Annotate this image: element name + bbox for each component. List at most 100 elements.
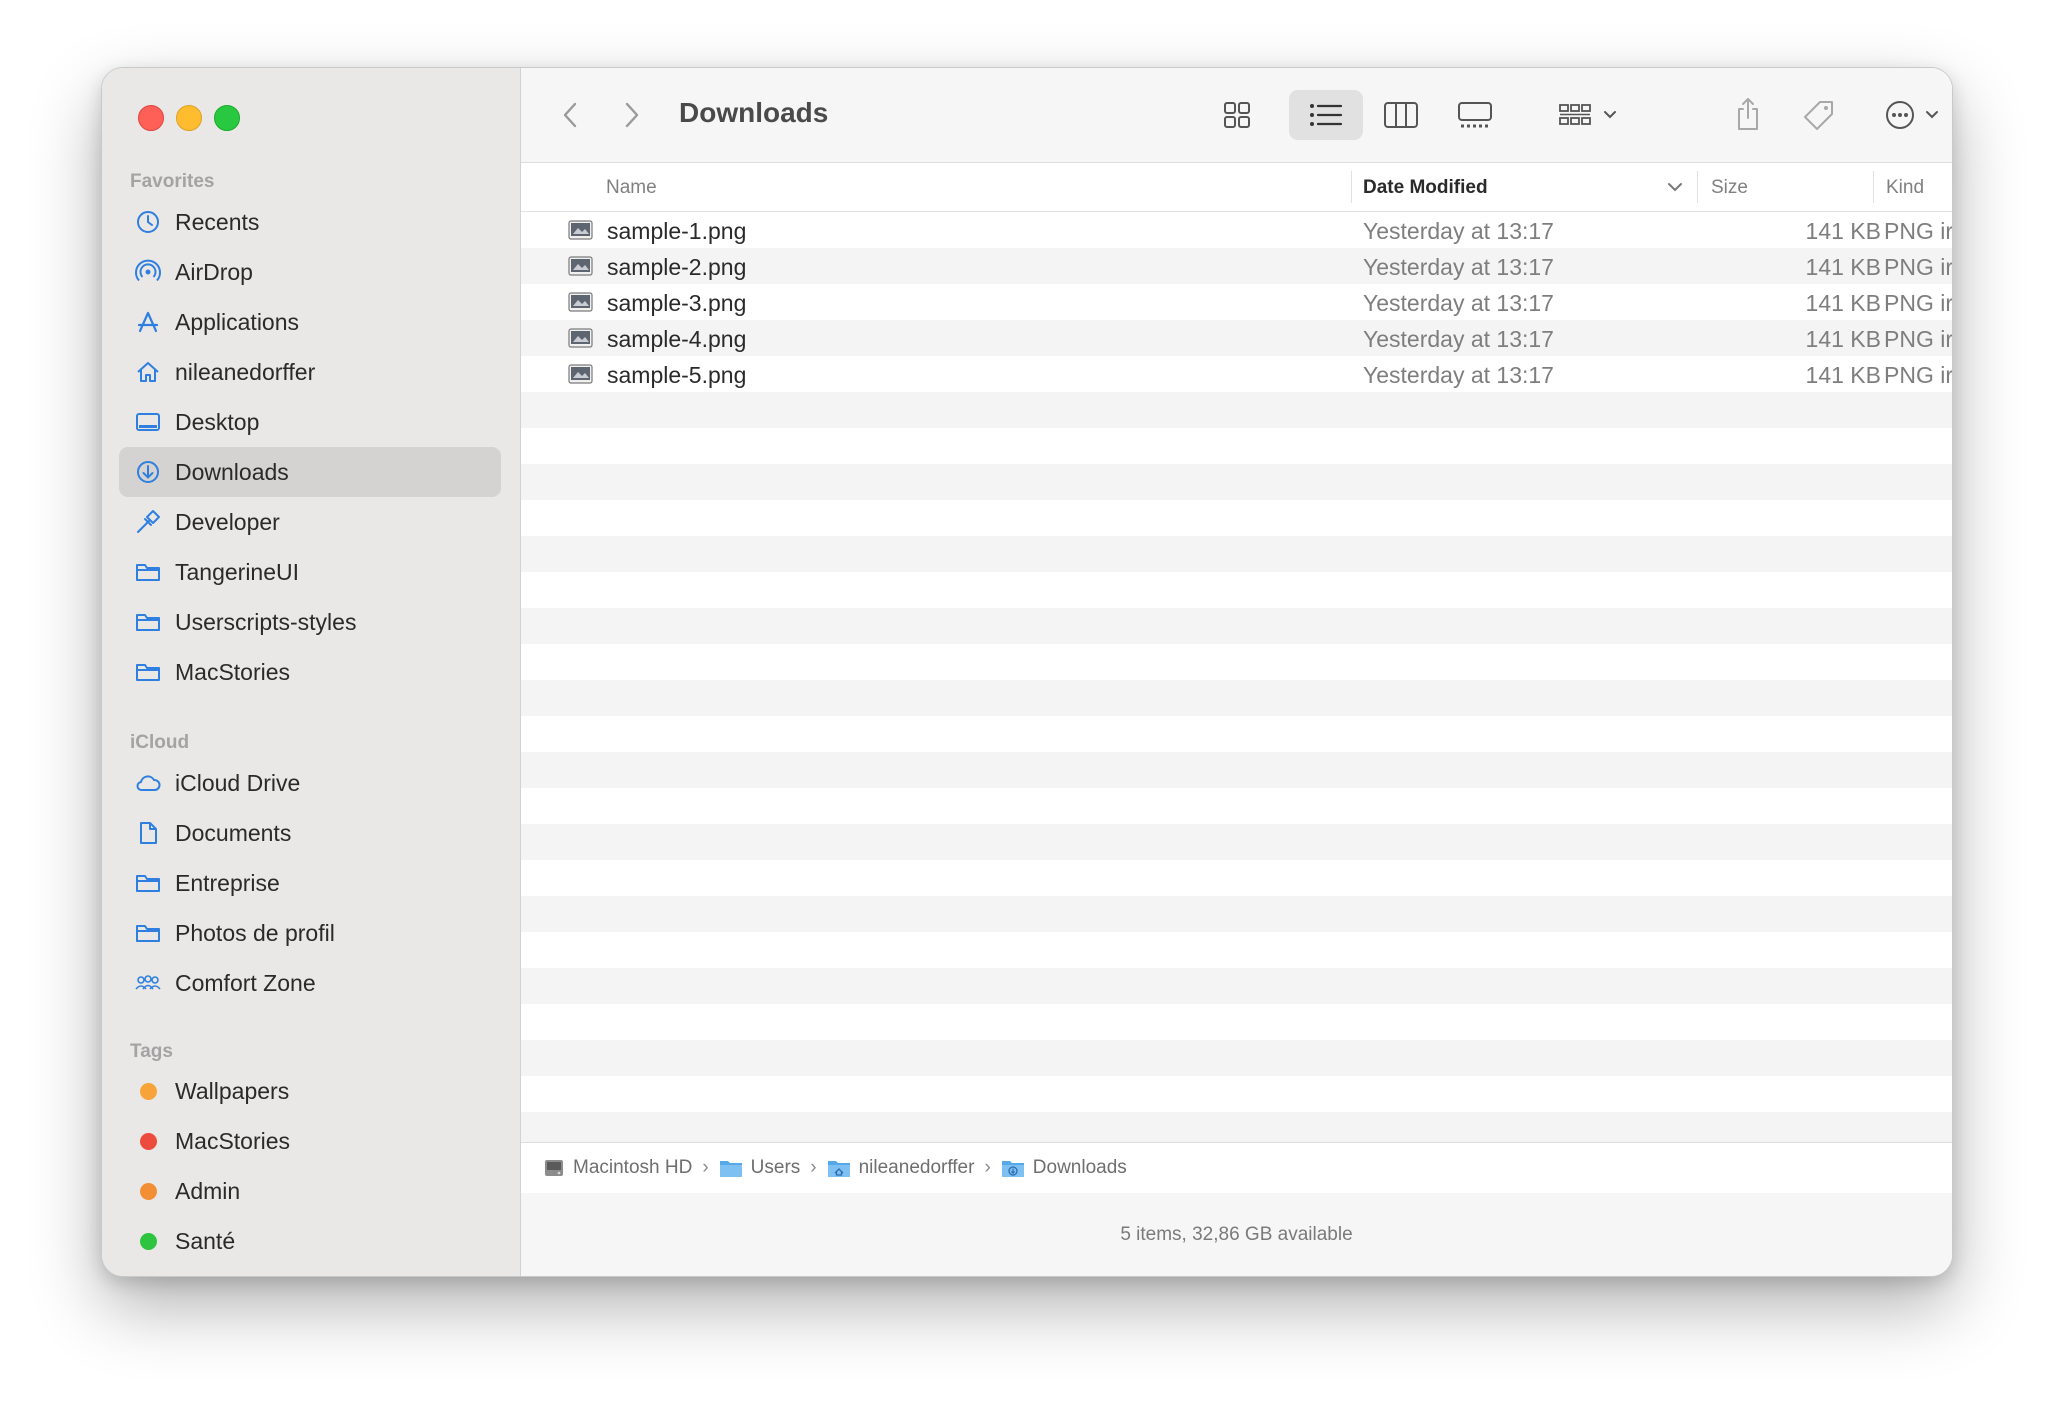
file-date: Yesterday at 13:17 bbox=[1363, 326, 1554, 352]
empty-row bbox=[521, 536, 1952, 572]
path-crumb[interactable]: nileanedorffer bbox=[827, 1157, 974, 1179]
file-name: sample-4.png bbox=[607, 326, 747, 352]
status-text: 5 items, 32,86 GB available bbox=[1120, 1223, 1353, 1245]
path-bar: Macintosh HD › Users › nileanedorffer › … bbox=[521, 1142, 1952, 1194]
list-view-button[interactable] bbox=[1289, 90, 1363, 140]
sidebar-item-applications[interactable]: Applications bbox=[119, 297, 501, 347]
share-button[interactable] bbox=[1731, 94, 1765, 134]
sidebar-item-label: Wallpapers bbox=[175, 1077, 290, 1104]
file-name: sample-5.png bbox=[607, 362, 747, 388]
file-date: Yesterday at 13:17 bbox=[1363, 362, 1554, 388]
tag-color-dot bbox=[133, 1076, 163, 1106]
desktop-icon bbox=[133, 407, 163, 437]
sidebar-item-comfort-zone[interactable]: Comfort Zone bbox=[119, 958, 501, 1008]
sidebar-item-macstories[interactable]: MacStories bbox=[119, 647, 501, 697]
table-row[interactable]: sample-2.png Yesterday at 13:17 141 KB P… bbox=[521, 248, 1952, 284]
sidebar-tag-wallpapers[interactable]: Wallpapers bbox=[119, 1066, 501, 1116]
table-row[interactable]: sample-4.png Yesterday at 13:17 141 KB P… bbox=[521, 320, 1952, 356]
file-name: sample-2.png bbox=[607, 254, 747, 280]
file-kind: PNG ir bbox=[1884, 362, 1952, 388]
sidebar-item-label: Comfort Zone bbox=[175, 969, 316, 996]
sidebar-item-documents[interactable]: Documents bbox=[119, 808, 501, 858]
png-file-icon bbox=[568, 292, 593, 312]
sidebar-item-home[interactable]: nileanedorffer bbox=[119, 347, 501, 397]
folder-icon bbox=[133, 607, 163, 637]
table-row[interactable]: sample-1.png Yesterday at 13:17 141 KB P… bbox=[521, 212, 1952, 248]
empty-row bbox=[521, 896, 1952, 932]
file-size: 141 KB bbox=[1805, 326, 1881, 352]
sort-chevron-down-icon[interactable] bbox=[1666, 181, 1684, 193]
sidebar-item-downloads[interactable]: Downloads bbox=[119, 447, 501, 497]
sidebar-item-tangerineui[interactable]: TangerineUI bbox=[119, 547, 501, 597]
column-header: Name Date Modified Size Kind bbox=[521, 163, 1952, 212]
column-kind[interactable]: Kind bbox=[1886, 177, 1924, 199]
grid-icon bbox=[1224, 102, 1250, 128]
hard-drive-icon bbox=[545, 1160, 563, 1176]
gallery-icon bbox=[1458, 102, 1492, 128]
sidebar-item-userscripts-styles[interactable]: Userscripts-styles bbox=[119, 597, 501, 647]
downloads-folder-icon bbox=[1001, 1161, 1024, 1177]
sidebar-item-recents[interactable]: Recents bbox=[119, 197, 501, 247]
column-view-button[interactable] bbox=[1381, 98, 1421, 132]
column-size[interactable]: Size bbox=[1711, 177, 1748, 199]
sidebar-item-airdrop[interactable]: AirDrop bbox=[119, 247, 501, 297]
file-date: Yesterday at 13:17 bbox=[1363, 218, 1554, 244]
minimize-button[interactable] bbox=[176, 105, 202, 131]
folder-icon bbox=[133, 868, 163, 898]
column-date-modified[interactable]: Date Modified bbox=[1363, 177, 1488, 199]
png-file-icon bbox=[568, 220, 593, 240]
download-icon bbox=[133, 457, 163, 487]
status-bar: 5 items, 32,86 GB available bbox=[521, 1193, 1952, 1276]
sidebar-item-entreprise[interactable]: Entreprise bbox=[119, 858, 501, 908]
tag-button[interactable] bbox=[1801, 96, 1837, 134]
file-date: Yesterday at 13:17 bbox=[1363, 290, 1554, 316]
path-crumb[interactable]: Downloads bbox=[1001, 1157, 1127, 1179]
tag-color-dot bbox=[133, 1226, 163, 1256]
file-date: Yesterday at 13:17 bbox=[1363, 254, 1554, 280]
sidebar-item-desktop[interactable]: Desktop bbox=[119, 397, 501, 447]
tag-icon bbox=[1804, 101, 1833, 130]
back-button[interactable] bbox=[555, 98, 585, 132]
forward-button[interactable] bbox=[617, 98, 647, 132]
sidebar-item-photos-de-profil[interactable]: Photos de profil bbox=[119, 908, 501, 958]
sidebar-tag-admin[interactable]: Admin bbox=[119, 1166, 501, 1216]
sidebar-item-label: Applications bbox=[175, 308, 300, 335]
file-name: sample-3.png bbox=[607, 290, 747, 316]
sidebar-tag-sante[interactable]: Santé bbox=[119, 1216, 501, 1266]
column-name[interactable]: Name bbox=[606, 177, 657, 199]
empty-row bbox=[521, 464, 1952, 500]
file-kind: PNG ir bbox=[1884, 218, 1952, 244]
file-name: sample-1.png bbox=[607, 218, 747, 244]
table-row[interactable]: sample-5.png Yesterday at 13:17 141 KB P… bbox=[521, 356, 1952, 392]
main-content: Downloads Name Date Modified Size Kind s… bbox=[521, 68, 1952, 1276]
sidebar-item-label: AirDrop bbox=[175, 258, 253, 285]
png-file-icon bbox=[568, 256, 593, 276]
path-crumb[interactable]: Users bbox=[719, 1157, 800, 1179]
empty-row bbox=[521, 608, 1952, 644]
sidebar-item-label: Userscripts-styles bbox=[175, 608, 357, 635]
list-icon bbox=[1310, 104, 1343, 126]
file-size: 141 KB bbox=[1805, 218, 1881, 244]
sidebar-tag-macstories[interactable]: MacStories bbox=[119, 1116, 501, 1166]
folder-icon bbox=[133, 657, 163, 687]
hammer-icon bbox=[133, 507, 163, 537]
table-row[interactable]: sample-3.png Yesterday at 13:17 141 KB P… bbox=[521, 284, 1952, 320]
document-icon bbox=[133, 818, 163, 848]
gallery-view-button[interactable] bbox=[1455, 98, 1495, 132]
file-kind: PNG ir bbox=[1884, 254, 1952, 280]
zoom-button[interactable] bbox=[214, 105, 240, 131]
group-by-button[interactable] bbox=[1557, 98, 1623, 132]
icon-view-button[interactable] bbox=[1219, 98, 1255, 132]
shared-people-icon bbox=[133, 968, 163, 998]
path-separator-icon: › bbox=[810, 1157, 817, 1178]
sidebar-item-icloud-drive[interactable]: iCloud Drive bbox=[119, 758, 501, 808]
folder-icon bbox=[133, 557, 163, 587]
path-crumb[interactable]: Macintosh HD bbox=[543, 1157, 692, 1179]
tag-color-dot bbox=[133, 1176, 163, 1206]
png-file-icon bbox=[568, 364, 593, 384]
file-kind: PNG ir bbox=[1884, 290, 1952, 316]
sidebar-item-developer[interactable]: Developer bbox=[119, 497, 501, 547]
close-button[interactable] bbox=[138, 105, 164, 131]
more-actions-button[interactable] bbox=[1881, 96, 1951, 134]
sidebar-item-label: MacStories bbox=[175, 658, 291, 685]
